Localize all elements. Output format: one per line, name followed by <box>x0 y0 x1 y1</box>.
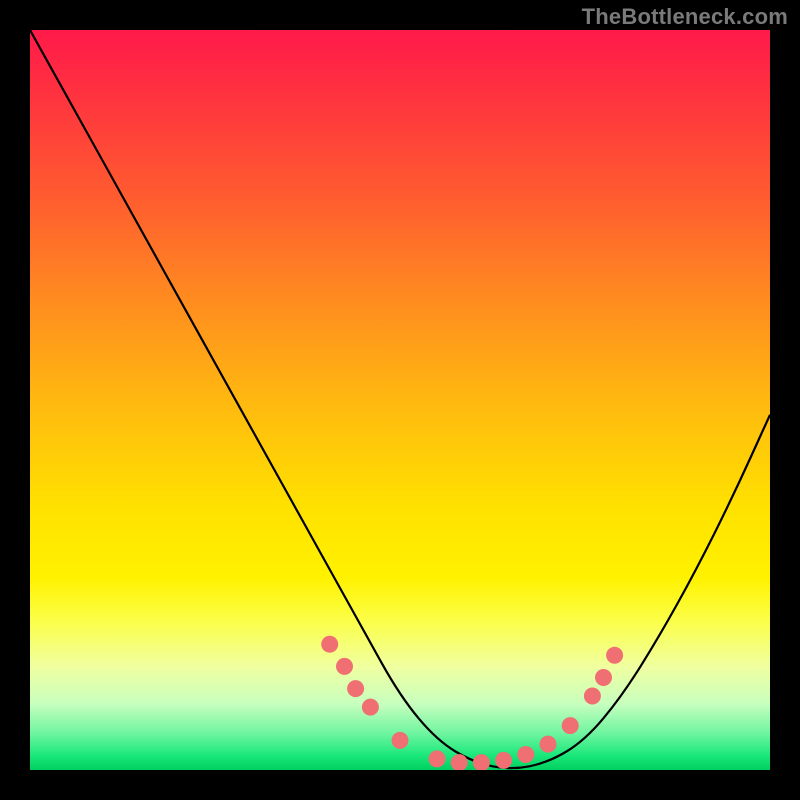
curve-marker <box>495 752 512 769</box>
curve-marker <box>473 754 490 770</box>
watermark-text: TheBottleneck.com <box>582 4 788 30</box>
curve-marker <box>336 658 353 675</box>
curve-markers <box>321 636 623 770</box>
curve-marker <box>562 717 579 734</box>
curve-layer <box>30 30 770 770</box>
curve-marker <box>540 736 557 753</box>
curve-marker <box>606 647 623 664</box>
chart-frame: TheBottleneck.com <box>0 0 800 800</box>
plot-area <box>30 30 770 770</box>
bottleneck-curve <box>30 30 770 768</box>
curve-marker <box>347 680 364 697</box>
curve-marker <box>321 636 338 653</box>
curve-marker <box>392 732 409 749</box>
curve-marker <box>584 688 601 705</box>
curve-marker <box>517 746 534 763</box>
curve-marker <box>595 669 612 686</box>
curve-marker <box>362 699 379 716</box>
curve-marker <box>429 750 446 767</box>
